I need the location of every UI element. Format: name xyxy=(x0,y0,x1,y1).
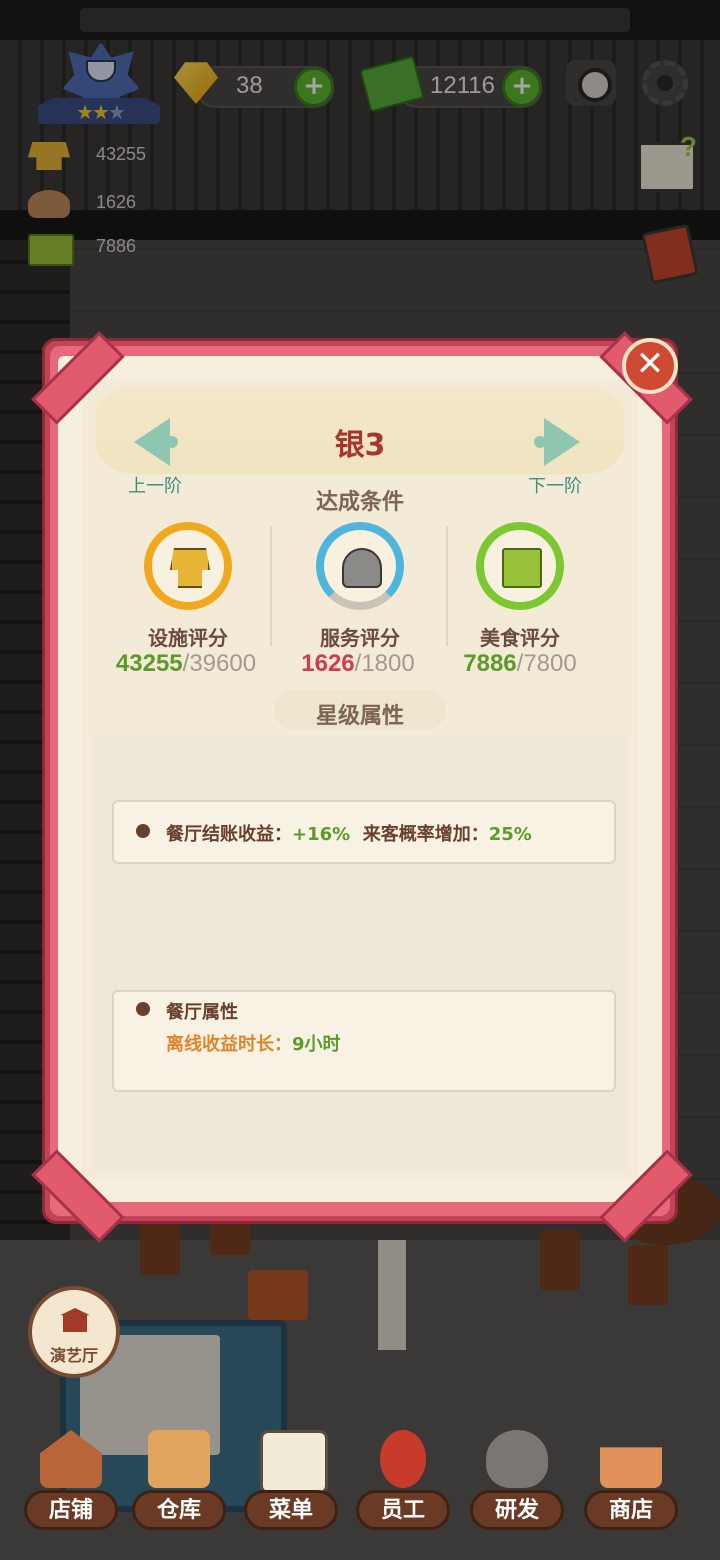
next-tier-button[interactable] xyxy=(534,414,582,470)
warehouse-icon xyxy=(148,1430,210,1488)
facility-rating-ring xyxy=(144,522,232,610)
food-rating-value: 7886/7800 xyxy=(463,650,577,677)
store-icon xyxy=(600,1447,662,1488)
nav-shop-label: 店铺 xyxy=(48,1498,93,1523)
bullet-icon xyxy=(136,1002,150,1016)
arrow-right-icon xyxy=(544,418,580,466)
shop-icon xyxy=(40,1430,102,1488)
nav-research-label: 研发 xyxy=(494,1498,539,1523)
service-icon xyxy=(342,548,382,588)
food-rating-target: 7800 xyxy=(523,650,577,677)
visit-bonus-value: 25% xyxy=(488,824,532,845)
bullet-icon xyxy=(136,824,150,838)
star-bonus-box: 餐厅结账收益：+16% 来客概率增加：25% xyxy=(112,800,616,864)
theater-button[interactable]: 演艺厅 xyxy=(28,1286,120,1378)
offline-income-label: 离线收益时长： xyxy=(166,1034,292,1055)
theater-label: 演艺厅 xyxy=(49,1346,98,1365)
facility-rating-value: 43255/39600 xyxy=(115,650,257,677)
checkout-bonus-label: 餐厅结账收益： xyxy=(166,824,292,845)
nav-shop[interactable]: 店铺 xyxy=(16,1420,126,1550)
checkout-bonus-value: +16% xyxy=(292,824,351,845)
facility-rating-current: 43255 xyxy=(115,650,183,677)
rank-title: 银3 xyxy=(334,428,386,463)
nav-menu[interactable]: 菜单 xyxy=(236,1420,346,1550)
nav-warehouse[interactable]: 仓库 xyxy=(124,1420,234,1550)
service-rating-current: 1626 xyxy=(301,650,355,677)
offline-income-line: 离线收益时长：9小时 xyxy=(166,1030,341,1056)
divider xyxy=(270,526,272,646)
theater-icon xyxy=(60,1308,90,1332)
close-button[interactable]: ✕ xyxy=(622,338,678,394)
facility-rating-label: 设施评分 xyxy=(148,626,228,650)
research-icon xyxy=(486,1430,548,1488)
staff-icon xyxy=(380,1430,426,1488)
previous-tier-button[interactable] xyxy=(134,414,182,470)
nav-menu-label: 菜单 xyxy=(268,1498,313,1523)
visit-bonus-label: 来客概率增加： xyxy=(362,824,489,845)
star-bonus-line: 餐厅结账收益：+16% 来客概率增加：25% xyxy=(166,820,532,846)
offline-income-value: 9小时 xyxy=(292,1034,341,1055)
service-rating-target: 1800 xyxy=(361,650,415,677)
nav-warehouse-label: 仓库 xyxy=(156,1498,201,1523)
food-rating-label: 美食评分 xyxy=(480,626,560,650)
nav-staff[interactable]: 员工 xyxy=(348,1420,458,1550)
conditions-heading: 达成条件 xyxy=(315,490,404,515)
nav-store-label: 商店 xyxy=(608,1498,653,1523)
food-rating-ring xyxy=(476,522,564,610)
restaurant-attributes-title: 餐厅属性 xyxy=(166,1002,238,1023)
facility-icon xyxy=(170,548,210,588)
menu-icon xyxy=(260,1430,328,1494)
service-rating-ring xyxy=(316,522,404,610)
star-attributes-heading: 星级属性 xyxy=(315,704,404,729)
bottom-nav: 店铺 仓库 菜单 员工 研发 商店 xyxy=(0,1420,720,1560)
close-icon: ✕ xyxy=(635,344,665,384)
service-rating-label: 服务评分 xyxy=(320,626,400,650)
restaurant-attributes-box: 餐厅属性 离线收益时长：9小时 xyxy=(112,990,616,1092)
food-icon xyxy=(502,548,542,588)
nav-staff-label: 员工 xyxy=(380,1498,425,1523)
arrow-left-icon xyxy=(134,418,170,466)
food-rating-current: 7886 xyxy=(463,650,517,677)
nav-research[interactable]: 研发 xyxy=(462,1420,572,1550)
facility-rating-target: 39600 xyxy=(189,650,257,677)
nav-store[interactable]: 商店 xyxy=(576,1420,686,1550)
